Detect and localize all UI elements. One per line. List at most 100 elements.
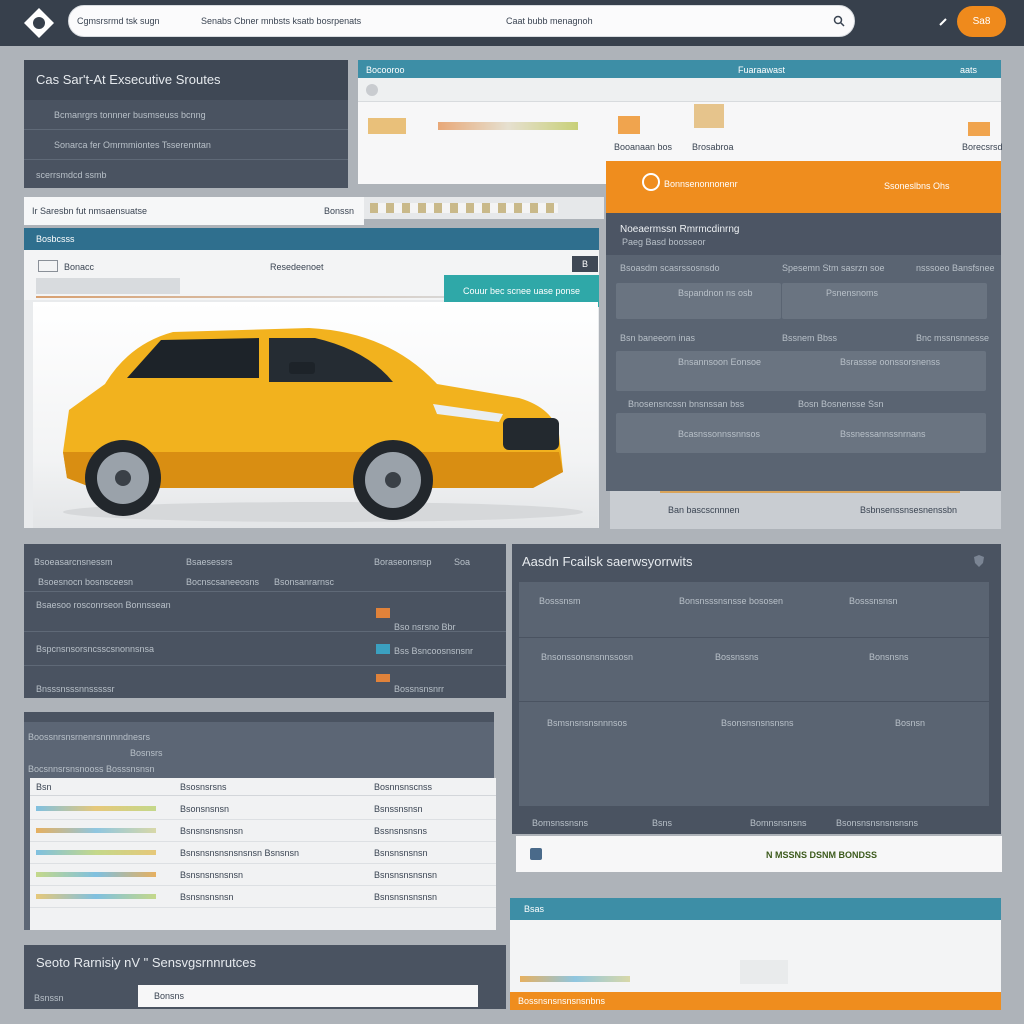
table-cell: Bsnsnsnsnsnsn [374, 892, 438, 902]
notification-icon[interactable] [938, 17, 948, 27]
vehicle-search-field[interactable] [36, 278, 180, 294]
top-table-title: Bocooroo [366, 65, 405, 75]
bottom-right-title: Bsas [524, 904, 545, 914]
list-panel: Bsoeasarcnsnessm Bsaesessrs Boraseonsnsp… [24, 544, 506, 698]
search-input[interactable]: Cgmsrsrmd tsk sugn Senabs Cbner mnbsts k… [68, 5, 855, 37]
bottom-left-input[interactable]: Bonsns [138, 985, 478, 1007]
row-sparkline [36, 828, 156, 833]
column-header[interactable]: Bsosnsrsns [180, 782, 227, 792]
top-table-cell: Brosabroa [692, 142, 734, 152]
booking-footer-left: Ban bascscnnnen [668, 505, 740, 515]
feature-label: Bsmsnsnsnsnnnsos [547, 718, 628, 728]
list-badge-icon [376, 644, 390, 654]
booking-field-text: Bnsannsoon Eonsoe [678, 357, 762, 367]
table-row[interactable]: Bsnsnsnsnsn Bsnsnsnsnsnsn [30, 886, 496, 908]
search-icon[interactable] [833, 15, 845, 27]
booking-subtitle: Paeg Basd boosseor [622, 237, 706, 247]
booking-column: nsssoeo Bansfsnee [916, 263, 995, 273]
car-icon[interactable] [38, 260, 58, 272]
booking-field-text: Psnensnoms [826, 288, 879, 298]
booking-section-label: Bnosensncssn bnsnssan bss [628, 399, 745, 409]
feature-footer: Bsns [652, 818, 673, 828]
list-item[interactable]: Bsoesnocn bosnsceesn Bocnscsaneeosns Bso… [24, 572, 506, 592]
tab-label-right[interactable]: Resedeenoet [270, 262, 324, 272]
vehicle-view-header: Bosbcsss [24, 228, 599, 250]
table-row[interactable]: Bsonsnsnsn Bsnssnsnsn [30, 798, 496, 820]
booking-field[interactable]: Psnensnoms [782, 283, 987, 319]
filter-strip-progress [370, 203, 558, 213]
progress-strip [438, 122, 578, 130]
column-header[interactable]: Bsn [36, 782, 52, 792]
feature-label: Bossnssns [715, 652, 759, 662]
table-cell: Bsnsnsnsnsnsn [374, 870, 438, 880]
list-badge-icon [376, 608, 390, 618]
feature-block[interactable]: Bsmsnsnsnsnnnsos Bsonsnsnsnsnsns Bosnsn [519, 702, 989, 806]
feature-label: Bonsnsns [869, 652, 909, 662]
list-cell: Bsonsanrarnsc [274, 577, 335, 587]
shield-icon[interactable] [972, 554, 986, 568]
booking-column: Spesemn Stm sasrzn soe [782, 263, 885, 273]
bottom-right-strip [520, 976, 630, 982]
tag-badge[interactable]: B [572, 256, 598, 272]
banner-gear-icon [642, 173, 660, 191]
booking-footer-right: Bsbnsenssnsesnenssbn [860, 505, 958, 515]
top-table-header: Bocooroo Fuaraawast aats [358, 60, 1001, 78]
service-footer-label: scerrsmdcd ssmb [36, 170, 107, 180]
list-cell: Bossnsnsnrr [394, 684, 445, 694]
booking-field-text: Bsrassse oonssorsnenss [840, 357, 941, 367]
data-table: Boossnrsnsrnenrsnnmndnesrs Bosnsrs Bocsn… [24, 712, 496, 930]
booking-field-text: Bspandnon ns osb [678, 288, 753, 298]
table-row[interactable]: Bsnsnsnsnsnsn Bssnsnsnsns [30, 820, 496, 842]
booking-panel: Noeaermssn Rmrmcdinrng Paeg Basd boosseo… [606, 213, 1001, 491]
bottom-left-title: Seoto Rarnisiy nV " Sensvgsrnnrutces [36, 955, 256, 970]
service-card-title: Cas Sar't-At Exsecutive Sroutes [36, 72, 221, 87]
service-row[interactable]: Sonarca fer Omrmmiontes Tsserenntan [24, 130, 348, 160]
table-cell: Bssnsnsnsns [374, 826, 428, 836]
list-item[interactable]: Bnsssnsssnnsssssr Bossnsnsnrr [24, 666, 506, 698]
booking-field[interactable]: Bcasnssonnssnnsos Bssnessannssnrnans [616, 413, 986, 453]
bottom-right-footer: Bossnsnsnsnsnsnbns [510, 992, 1001, 1010]
list-item[interactable]: Bsaesoo rosconrseon Bonnssean Bso nsrsno… [24, 592, 506, 632]
filter-bar[interactable]: Ir Saresbn fut nmsaensuatse Bonssn [24, 197, 364, 225]
feature-icon[interactable] [530, 848, 542, 860]
divider [36, 296, 456, 298]
list-header-cell: Bsaesessrs [186, 557, 233, 567]
data-table-subtitle: Bosnsrs [130, 748, 163, 758]
booking-header: Noeaermssn Rmrmcdinrng Paeg Basd boosseo… [606, 213, 1001, 255]
bottom-right-header: Bsas [510, 898, 1001, 920]
feature-footer: Bsonsnsnsnsnsnsns [836, 818, 919, 828]
list-item[interactable]: Bspcnsnsorsncsscsnonnsnsa Bss Bsncoosnsn… [24, 632, 506, 666]
booking-field[interactable]: Bnsannsoon Eonsoe Bsrassse oonssorsnenss [616, 351, 986, 391]
table-row[interactable]: Bsnsnsnsnsnsn Bsnsnsnsnsnsn [30, 864, 496, 886]
toolbar-icon[interactable] [366, 84, 378, 96]
orange-banner: Bonnsenonnonenr Ssoneslbns Ohs [606, 161, 1001, 213]
booking-column: Bnc mssnsnnesse [916, 333, 990, 343]
filter-button[interactable]: Bonssn [324, 206, 354, 216]
bottom-right-thumb [740, 960, 788, 984]
filter-strip [364, 197, 604, 219]
booking-footer: Ban bascscnnnen Bsbnsenssnsesnenssbn [610, 491, 1001, 529]
list-header-cell: Bsoeasarcnsnessm [34, 557, 113, 567]
banner-link[interactable]: Ssoneslbns Ohs [884, 181, 950, 191]
service-row[interactable]: Bcmanrgrs tonnner busmseuss bcnng [24, 100, 348, 130]
feature-block[interactable]: Bosssnsm Bonsnsssnsnsse bososen Bosssnsn… [519, 582, 989, 638]
primary-action-button[interactable]: Sa8 [957, 6, 1006, 37]
feature-block[interactable]: Bnsonssonsnsnnssosn Bossnssns Bonsnsns [519, 638, 989, 702]
column-header[interactable]: Bosnnsnscnss [374, 782, 432, 792]
row-sparkline [36, 806, 156, 811]
table-row[interactable]: Bsnsnsnsnsnsnsnsn Bsnsnsn Bsnsnsnsnsn [30, 842, 496, 864]
booking-column: Bssnem Bbss [782, 333, 838, 343]
table-cell: Bsnssnsnsn [374, 804, 423, 814]
item-icon [618, 116, 640, 134]
service-card-header: Cas Sar't-At Exsecutive Sroutes [24, 60, 348, 100]
tab-label[interactable]: Bonacc [64, 262, 94, 272]
top-table-mid: Fuaraawast [738, 65, 786, 75]
top-table-right: aats [960, 65, 978, 75]
feature-label: Bosssnsm [539, 596, 581, 606]
bottom-left-label: Bsnssn [34, 993, 64, 1003]
booking-field[interactable]: Bspandnon ns osb [616, 283, 781, 319]
feature-panel-title: Aasdn Fcailsk saerwsyorrwits [522, 554, 693, 569]
booking-field-text: Bcasnssonnssnnsos [678, 429, 761, 439]
app-logo-icon[interactable] [22, 6, 56, 40]
top-table-cell: Booanaan bos [614, 142, 673, 152]
